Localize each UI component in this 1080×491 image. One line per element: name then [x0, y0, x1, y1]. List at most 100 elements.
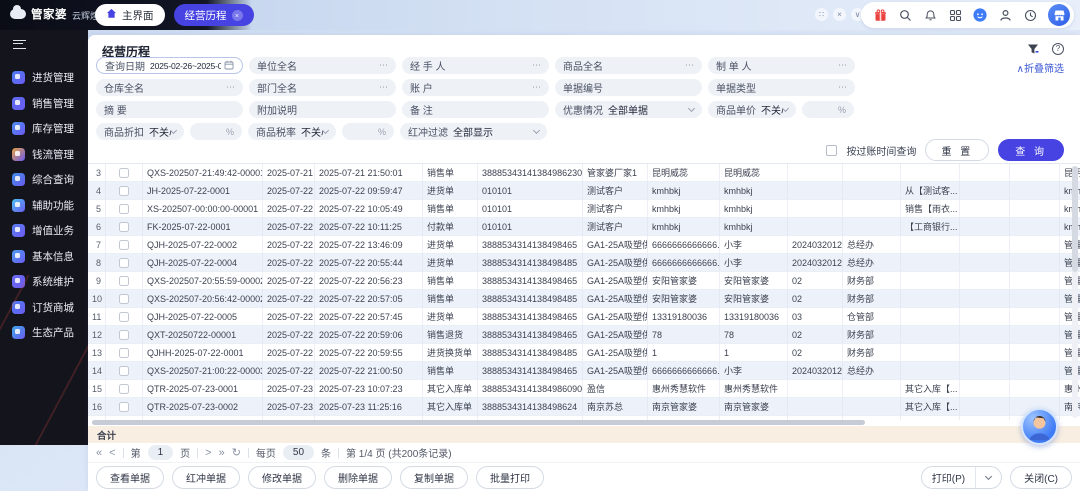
- last-page-button[interactable]: »: [219, 447, 225, 459]
- filter-制单人[interactable]: 制 单 人⋯: [708, 57, 855, 74]
- bell-icon[interactable]: [923, 8, 937, 22]
- filter-摘要[interactable]: 摘 要: [96, 101, 243, 118]
- filter-单据类型[interactable]: 单据类型⋯: [708, 79, 855, 96]
- menu-toggle-icon[interactable]: [13, 40, 26, 49]
- avatar-icon[interactable]: [1048, 4, 1070, 26]
- next-page-button[interactable]: >: [205, 447, 211, 459]
- filter-商品单价[interactable]: 商品单价不关心: [708, 101, 796, 118]
- action-修改单据[interactable]: 修改单据: [248, 466, 316, 489]
- customer-service-icon[interactable]: [973, 8, 987, 22]
- print-button[interactable]: 打印(P): [922, 470, 975, 485]
- cell-handler: 惠州秀慧软件: [648, 380, 720, 397]
- filter-商品全名[interactable]: 商品全名⋯: [555, 57, 702, 74]
- filter-账户[interactable]: 账 户⋯: [402, 79, 549, 96]
- filter-funnel-icon[interactable]: [1026, 42, 1040, 56]
- row-checkbox[interactable]: [119, 366, 129, 376]
- sidebar-item-综合查询[interactable]: 综合查询: [0, 167, 88, 193]
- print-options-caret[interactable]: [975, 467, 1001, 488]
- sidebar-item-辅助功能[interactable]: 辅助功能: [0, 193, 88, 219]
- action-批量打印[interactable]: 批量打印: [476, 466, 544, 489]
- sidebar-item-label: 钱流管理: [32, 147, 74, 162]
- floating-assistant-avatar[interactable]: [1021, 408, 1058, 445]
- filter-单位全名[interactable]: 单位全名⋯: [249, 57, 396, 74]
- sidebar-item-进货管理[interactable]: 进货管理: [0, 65, 88, 91]
- row-checkbox[interactable]: [119, 384, 129, 394]
- row-checkbox[interactable]: [119, 348, 129, 358]
- posting-time-checkbox[interactable]: [826, 145, 837, 156]
- filter-仓库全名[interactable]: 仓库全名⋯: [96, 79, 243, 96]
- sidebar-item-label: 订货商城: [32, 300, 74, 315]
- action-红冲单据[interactable]: 红冲单据: [172, 466, 240, 489]
- collapse-filter-link[interactable]: ∧折叠筛选: [1017, 60, 1064, 75]
- row-checkbox[interactable]: [119, 258, 129, 268]
- print-split-button: 打印(P): [921, 466, 1002, 489]
- first-page-button[interactable]: «: [96, 447, 102, 459]
- sidebar-item-钱流管理[interactable]: 钱流管理: [0, 142, 88, 168]
- filter-商品税率[interactable]: 商品税率不关心: [248, 123, 336, 140]
- row-checkbox[interactable]: [119, 240, 129, 250]
- sidebar-item-基本信息[interactable]: 基本信息: [0, 244, 88, 270]
- row-checkbox[interactable]: [119, 204, 129, 214]
- sidebar-item-销售管理[interactable]: 销售管理: [0, 91, 88, 117]
- filter-查询日期[interactable]: 查询日期2025-02-26~2025-08-2: [96, 57, 243, 74]
- filter-label: 红冲过滤: [408, 124, 448, 139]
- row-checkbox[interactable]: [119, 276, 129, 286]
- refresh-icon[interactable]: ↻: [232, 446, 241, 459]
- table-body: 3QXS-202507-21:49:42-000012025-07-212025…: [88, 164, 1080, 420]
- filter-红冲过滤[interactable]: 红冲过滤全部显示: [400, 123, 547, 140]
- vertical-scrollbar-thumb[interactable]: [1072, 166, 1078, 272]
- sidebar-item-增值业务[interactable]: 增值业务: [0, 218, 88, 244]
- search-icon[interactable]: [898, 8, 912, 22]
- window-restore-icon[interactable]: ∷: [815, 8, 828, 21]
- filter-value-input[interactable]: %: [342, 123, 394, 140]
- row-checkbox[interactable]: [119, 168, 129, 178]
- row-checkbox[interactable]: [119, 186, 129, 196]
- clock-icon[interactable]: [1023, 8, 1037, 22]
- tab-经营历程[interactable]: 经营历程×: [174, 4, 254, 26]
- reset-button[interactable]: 重 置: [925, 139, 989, 161]
- help-icon[interactable]: ?: [1052, 43, 1064, 55]
- tab-主界面[interactable]: 主界面: [95, 4, 165, 26]
- horizontal-scrollbar-thumb[interactable]: [92, 420, 865, 425]
- window-close-icon[interactable]: ×: [833, 8, 846, 21]
- sidebar-item-订货商城[interactable]: 订货商城: [0, 295, 88, 321]
- user-icon[interactable]: [998, 8, 1012, 22]
- filter-value-input[interactable]: %: [802, 101, 854, 118]
- filter-value-input[interactable]: %: [190, 123, 242, 140]
- row-number: 3: [88, 164, 106, 181]
- prev-page-button[interactable]: <: [109, 447, 115, 459]
- close-button[interactable]: 关闭(C): [1010, 466, 1072, 489]
- tab-close-icon[interactable]: ×: [232, 10, 243, 21]
- filter-备注[interactable]: 备 注: [402, 101, 549, 118]
- cell-dept-code: 02: [788, 290, 843, 307]
- cell-summary: 销售【雨衣...: [901, 200, 960, 217]
- per-page-input[interactable]: 50: [283, 445, 314, 460]
- panel-tools: ?: [1026, 42, 1064, 56]
- search-button[interactable]: 查 询: [998, 139, 1064, 161]
- sidebar-item-库存管理[interactable]: 库存管理: [0, 116, 88, 142]
- filter-优惠情况[interactable]: 优惠情况全部单据: [555, 101, 702, 118]
- cell-dept-code: [788, 218, 843, 235]
- sidebar-item-系统维护[interactable]: 系统维护: [0, 269, 88, 295]
- filter-商品折扣[interactable]: 商品折扣不关心: [96, 123, 184, 140]
- row-checkbox[interactable]: [119, 222, 129, 232]
- filter-附加说明[interactable]: 附加说明: [249, 101, 396, 118]
- row-checkbox[interactable]: [119, 312, 129, 322]
- cell-doc-type: 付款单: [423, 218, 478, 235]
- action-复制单据[interactable]: 复制单据: [400, 466, 468, 489]
- action-查看单据[interactable]: 查看单据: [96, 466, 164, 489]
- cell-unit-name: 盈信: [583, 380, 648, 397]
- action-删除单据[interactable]: 删除单据: [324, 466, 392, 489]
- row-checkbox[interactable]: [119, 330, 129, 340]
- cell-maker: 昆明威蕊: [720, 164, 788, 181]
- filter-label: 优惠情况: [563, 102, 603, 117]
- filter-经手人[interactable]: 经 手 人⋯: [402, 57, 549, 74]
- sidebar-item-生态产品[interactable]: 生态产品: [0, 320, 88, 346]
- row-checkbox[interactable]: [119, 294, 129, 304]
- row-checkbox[interactable]: [119, 402, 129, 412]
- filter-单据编号[interactable]: 单据编号: [555, 79, 702, 96]
- apps-icon[interactable]: [948, 8, 962, 22]
- gift-icon[interactable]: [873, 8, 887, 22]
- filter-部门全名[interactable]: 部门全名⋯: [249, 79, 396, 96]
- page-number-input[interactable]: 1: [148, 445, 174, 460]
